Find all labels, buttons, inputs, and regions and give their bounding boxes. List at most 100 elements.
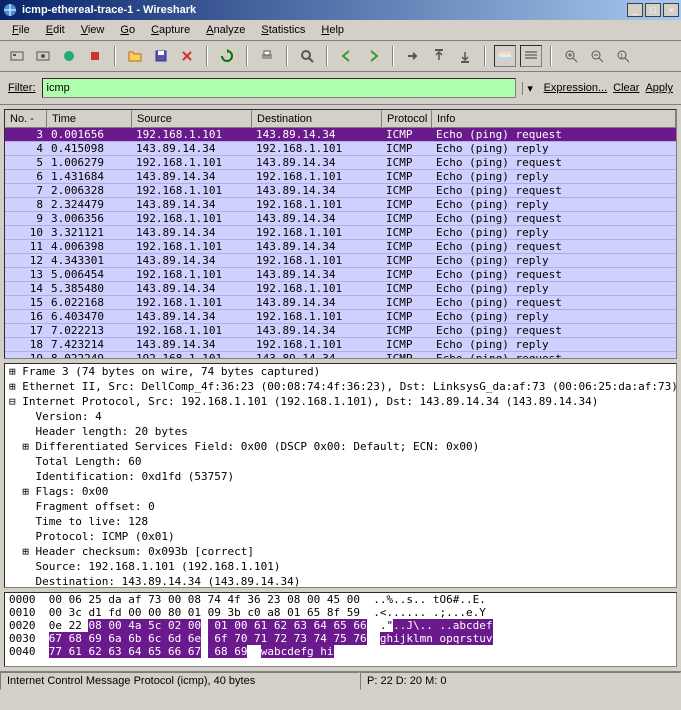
start-capture-icon[interactable]	[58, 45, 80, 67]
menu-statistics[interactable]: Statistics	[253, 22, 313, 38]
goto-first-icon[interactable]	[428, 45, 450, 67]
menu-view[interactable]: View	[73, 22, 113, 38]
menu-analyze[interactable]: Analyze	[198, 22, 253, 38]
goto-packet-icon[interactable]	[402, 45, 424, 67]
detail-row[interactable]: Time to live: 128	[5, 514, 676, 529]
separator	[484, 46, 486, 66]
zoom-out-icon[interactable]	[586, 45, 608, 67]
packet-row[interactable]: 187.423214143.89.14.34192.168.1.101ICMPE…	[5, 338, 676, 352]
packet-row[interactable]: 124.343301143.89.14.34192.168.1.101ICMPE…	[5, 254, 676, 268]
detail-row[interactable]: ⊞ Differentiated Services Field: 0x00 (D…	[5, 439, 676, 454]
menu-go[interactable]: Go	[112, 22, 143, 38]
detail-row[interactable]: ⊞ Flags: 0x00	[5, 484, 676, 499]
hex-row[interactable]: 0040 77 61 62 63 64 65 66 67 68 69 wabcd…	[5, 645, 676, 658]
col-header-time[interactable]: Time	[47, 110, 132, 128]
packet-row[interactable]: 198.022249192.168.1.101143.89.14.34ICMPE…	[5, 352, 676, 359]
detail-row[interactable]: ⊞ Frame 3 (74 bytes on wire, 74 bytes ca…	[5, 364, 676, 379]
colorize-icon[interactable]	[494, 45, 516, 67]
hex-row[interactable]: 0010 00 3c d1 fd 00 00 80 01 09 3b c0 a8…	[5, 606, 676, 619]
packet-row[interactable]: 61.431684143.89.14.34192.168.1.101ICMPEc…	[5, 170, 676, 184]
menu-help[interactable]: Help	[313, 22, 352, 38]
save-icon[interactable]	[150, 45, 172, 67]
col-header-source[interactable]: Source	[132, 110, 252, 128]
detail-row[interactable]: ⊞ Header checksum: 0x093b [correct]	[5, 544, 676, 559]
go-forward-icon[interactable]	[362, 45, 384, 67]
hex-row[interactable]: 0030 67 68 69 6a 6b 6c 6d 6e 6f 70 71 72…	[5, 632, 676, 645]
filter-dropdown-icon[interactable]: ▾	[522, 82, 538, 95]
clear-link[interactable]: Clear	[613, 82, 639, 94]
zoom-in-icon[interactable]	[560, 45, 582, 67]
detail-row[interactable]: Version: 4	[5, 409, 676, 424]
col-header-destination[interactable]: Destination	[252, 110, 382, 128]
packet-row[interactable]: 166.403470143.89.14.34192.168.1.101ICMPE…	[5, 310, 676, 324]
auto-scroll-icon[interactable]	[520, 45, 542, 67]
app-icon	[2, 2, 18, 18]
detail-row[interactable]: Source: 192.168.1.101 (192.168.1.101)	[5, 559, 676, 574]
menu-capture[interactable]: Capture	[143, 22, 198, 38]
col-header-protocol[interactable]: Protocol	[382, 110, 432, 128]
packet-row[interactable]: 103.321121143.89.14.34192.168.1.101ICMPE…	[5, 226, 676, 240]
separator	[286, 46, 288, 66]
window-title: icmp-ethereal-trace-1 - Wireshark	[22, 4, 627, 16]
menu-file[interactable]: File	[4, 22, 38, 38]
goto-last-icon[interactable]	[454, 45, 476, 67]
hex-pane[interactable]: 0000 00 06 25 da af 73 00 08 74 4f 36 23…	[4, 592, 677, 667]
maximize-button[interactable]: □	[645, 3, 661, 17]
find-icon[interactable]	[296, 45, 318, 67]
detail-row[interactable]: Identification: 0xd1fd (53757)	[5, 469, 676, 484]
detail-row[interactable]: ⊟ Internet Protocol, Src: 192.168.1.101 …	[5, 394, 676, 409]
packet-row[interactable]: 114.006398192.168.1.101143.89.14.34ICMPE…	[5, 240, 676, 254]
packet-row[interactable]: 40.415098143.89.14.34192.168.1.101ICMPEc…	[5, 142, 676, 156]
titlebar: icmp-ethereal-trace-1 - Wireshark _ □ ×	[0, 0, 681, 20]
separator	[550, 46, 552, 66]
status-right: P: 22 D: 20 M: 0	[360, 672, 681, 690]
expression-link[interactable]: Expression...	[544, 82, 608, 94]
open-icon[interactable]	[124, 45, 146, 67]
col-header-no[interactable]: No. -	[5, 110, 47, 128]
detail-row[interactable]: Destination: 143.89.14.34 (143.89.14.34)	[5, 574, 676, 588]
go-back-icon[interactable]	[336, 45, 358, 67]
menu-edit[interactable]: Edit	[38, 22, 73, 38]
apply-link[interactable]: Apply	[645, 82, 673, 94]
col-header-info[interactable]: Info	[432, 110, 676, 128]
filter-label: Filter:	[8, 82, 36, 94]
separator	[326, 46, 328, 66]
separator	[114, 46, 116, 66]
packet-list-header: No. - Time Source Destination Protocol I…	[5, 110, 676, 128]
separator	[246, 46, 248, 66]
packet-row[interactable]: 156.022168192.168.1.101143.89.14.34ICMPE…	[5, 296, 676, 310]
separator	[392, 46, 394, 66]
packet-row[interactable]: 72.006328192.168.1.101143.89.14.34ICMPEc…	[5, 184, 676, 198]
detail-row[interactable]: ⊞ Ethernet II, Src: DellComp_4f:36:23 (0…	[5, 379, 676, 394]
close-button[interactable]: ×	[663, 3, 679, 17]
options-icon[interactable]	[32, 45, 54, 67]
hex-row[interactable]: 0000 00 06 25 da af 73 00 08 74 4f 36 23…	[5, 593, 676, 606]
zoom-reset-icon[interactable]: 1	[612, 45, 634, 67]
interfaces-icon[interactable]	[6, 45, 28, 67]
packet-row[interactable]: 145.385480143.89.14.34192.168.1.101ICMPE…	[5, 282, 676, 296]
toolbar: 1	[0, 41, 681, 72]
close-file-icon[interactable]	[176, 45, 198, 67]
minimize-button[interactable]: _	[627, 3, 643, 17]
packet-row[interactable]: 135.006454192.168.1.101143.89.14.34ICMPE…	[5, 268, 676, 282]
reload-icon[interactable]	[216, 45, 238, 67]
filter-input[interactable]	[47, 81, 511, 95]
hex-row[interactable]: 0020 0e 22 08 00 4a 5c 02 00 01 00 61 62…	[5, 619, 676, 632]
detail-row[interactable]: Total Length: 60	[5, 454, 676, 469]
detail-row[interactable]: Protocol: ICMP (0x01)	[5, 529, 676, 544]
print-icon[interactable]	[256, 45, 278, 67]
packet-row[interactable]: 177.022213192.168.1.101143.89.14.34ICMPE…	[5, 324, 676, 338]
status-left: Internet Control Message Protocol (icmp)…	[0, 672, 360, 690]
filter-bar: Filter: ▾ Expression... Clear Apply	[0, 72, 681, 105]
packet-row[interactable]: 82.324479143.89.14.34192.168.1.101ICMPEc…	[5, 198, 676, 212]
details-pane[interactable]: ⊞ Frame 3 (74 bytes on wire, 74 bytes ca…	[4, 363, 677, 588]
statusbar: Internet Control Message Protocol (icmp)…	[0, 671, 681, 690]
detail-row[interactable]: Header length: 20 bytes	[5, 424, 676, 439]
detail-row[interactable]: Fragment offset: 0	[5, 499, 676, 514]
packet-row[interactable]: 30.001656192.168.1.101143.89.14.34ICMPEc…	[5, 128, 676, 142]
packet-row[interactable]: 93.006356192.168.1.101143.89.14.34ICMPEc…	[5, 212, 676, 226]
packet-row[interactable]: 51.006279192.168.1.101143.89.14.34ICMPEc…	[5, 156, 676, 170]
packet-list-pane[interactable]: No. - Time Source Destination Protocol I…	[4, 109, 677, 359]
stop-capture-icon[interactable]	[84, 45, 106, 67]
separator	[206, 46, 208, 66]
